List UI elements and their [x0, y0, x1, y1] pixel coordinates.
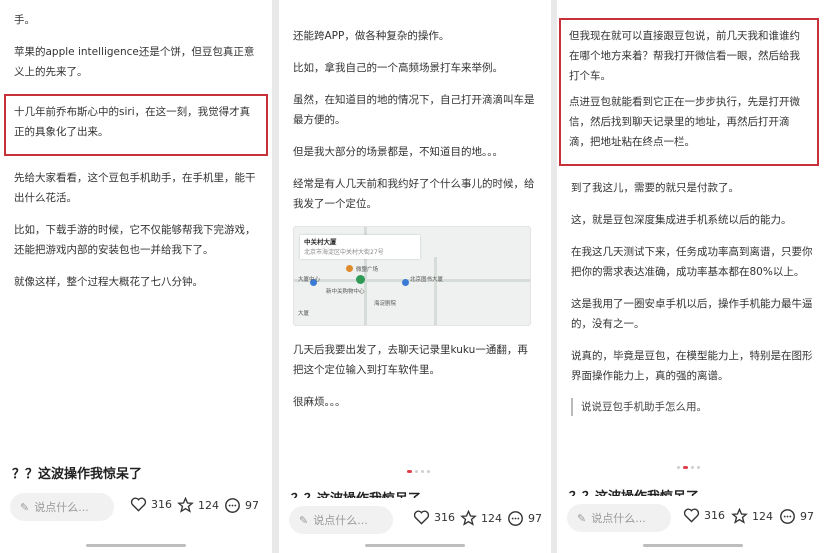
- post-body: 手。 苹果的apple intelligence还是个饼，但豆包真正意义上的先来…: [4, 10, 268, 304]
- paragraph: 比如，下载手游的时候，它不仅能够帮我下完游戏，还能把游戏内部的安装包也一并给我下…: [14, 224, 256, 256]
- highlight-text: 十几年前乔布斯心中的siri，在这一刻，我觉得才真正的具象化了出来。: [14, 106, 251, 138]
- paragraph: 说真的，毕竟是豆包，在模型能力上，特别是在图形界面操作能力上，真的强的离谱。: [571, 350, 813, 382]
- paragraph: 苹果的apple intelligence还是个饼，但豆包真正意义上的先来了。: [14, 46, 255, 78]
- star-icon: [460, 510, 477, 526]
- action-bar: ✎ 说点什么... 316 124 97: [279, 498, 551, 544]
- comment-input[interactable]: ✎ 说点什么...: [289, 506, 393, 534]
- comment-input[interactable]: ✎ 说点什么...: [10, 493, 114, 521]
- paragraph: 还能跨APP，做各种复杂的操作。: [293, 30, 450, 42]
- post-panel-3: 但我现在就可以直接跟豆包说，前几天我和谁谁约在哪个地方来着？帮我打开微信看一眼，…: [557, 0, 829, 553]
- highlight-box: 十几年前乔布斯心中的siri，在这一刻，我觉得才真正的具象化了出来。: [4, 94, 268, 156]
- favorite-button[interactable]: 124: [460, 510, 502, 526]
- comment-input[interactable]: ✎ 说点什么...: [567, 504, 671, 532]
- location-pin-icon: [356, 275, 365, 284]
- comment-button[interactable]: 97: [507, 510, 542, 527]
- heart-icon: [683, 508, 700, 523]
- star-icon: [177, 497, 194, 513]
- heart-icon: [413, 510, 430, 525]
- highlight-text: 但我现在就可以直接跟豆包说，前几天我和谁谁约在哪个地方来着？帮我打开微信看一眼，…: [569, 30, 800, 82]
- favorite-count: 124: [752, 509, 773, 523]
- paragraph: 几天后我要出发了，去聊天记录里kuku一通翻，再把这个定位输入到打车软件里。: [293, 344, 528, 376]
- location-name: 中关村大厦: [304, 238, 337, 246]
- highlight-box: 但我现在就可以直接跟豆包说，前几天我和谁谁约在哪个地方来着？帮我打开微信看一眼，…: [559, 18, 819, 166]
- post-panel-1: 手。 苹果的apple intelligence还是个饼，但豆包真正意义上的先来…: [0, 0, 272, 553]
- paragraph: 虽然，在知道目的地的情况下，自己打开滴滴叫车是最方便的。: [293, 94, 535, 126]
- poi-icon: [346, 265, 353, 272]
- paragraph: 但是我大部分的场景都是，不知道目的地。。。: [293, 146, 503, 158]
- favorite-count: 124: [481, 511, 502, 525]
- highlight-text: 点进豆包就能看到它正在一步步执行，先是打开微信，然后找到聊天记录里的地址，再然后…: [569, 96, 800, 148]
- home-indicator: [365, 544, 465, 547]
- paragraph: 到了我这儿，需要的就只是付款了。: [571, 182, 739, 194]
- post-body: 但我现在就可以直接跟豆包说，前几天我和谁谁约在哪个地方来着？帮我打开微信看一眼，…: [559, 18, 819, 416]
- location-card: 中关村大厦 北京市海淀区中关村大街27号: [300, 235, 420, 259]
- post-body: 还能跨APP，做各种复杂的操作。 比如，拿我自己的一个高频场景打车来举例。 虽然…: [293, 26, 537, 424]
- page-dots: [407, 470, 430, 473]
- comment-count: 97: [800, 510, 814, 523]
- action-bar: ✎ 说点什么... 316 124 97: [557, 496, 829, 542]
- paragraph: 这是我用了一圈安卓手机以后，操作手机能力最牛逼的，没有之一。: [571, 298, 813, 330]
- paragraph: 就像这样，整个过程大概花了七八分钟。: [14, 276, 203, 288]
- comment-icon: [780, 509, 795, 524]
- star-icon: [731, 508, 748, 524]
- pencil-icon: ✎: [20, 500, 30, 514]
- poi-icon: [402, 279, 409, 286]
- like-button[interactable]: 316: [683, 508, 725, 523]
- like-count: 316: [151, 498, 172, 511]
- comment-count: 97: [245, 499, 259, 512]
- favorite-button[interactable]: 124: [177, 497, 219, 513]
- comment-count: 97: [528, 512, 542, 525]
- comment-icon: [508, 511, 523, 526]
- post-title[interactable]: ？？这波操作我惊呆了: [12, 463, 142, 482]
- favorite-button[interactable]: 124: [731, 508, 773, 524]
- paragraph: 先给大家看看，这个豆包手机助手，在手机里，能干出什么花活。: [14, 172, 256, 204]
- location-address: 北京市海淀区中关村大街27号: [304, 249, 384, 256]
- paragraph: 在我这几天测试下来，任务成功率高到离谱，只要你把你的需求表达准确，成功率基本都在…: [571, 246, 813, 278]
- like-button[interactable]: 316: [130, 497, 172, 512]
- favorite-count: 124: [198, 498, 219, 512]
- heart-icon: [130, 497, 147, 512]
- home-indicator: [86, 544, 186, 547]
- location-map[interactable]: 中关村大厦 北京市海淀区中关村大街27号 大厦中心 新中关购物中心 海淀剧院 北…: [293, 226, 531, 326]
- like-count: 316: [434, 511, 455, 524]
- home-indicator: [643, 544, 743, 547]
- comment-button[interactable]: 97: [224, 497, 259, 514]
- like-button[interactable]: 316: [413, 510, 455, 525]
- post-panel-2: 还能跨APP，做各种复杂的操作。 比如，拿我自己的一个高频场景打车来举例。 虽然…: [279, 0, 551, 553]
- quote-block: 说说豆包手机助手怎么用。: [571, 398, 815, 416]
- paragraph: 经常是有人几天前和我约好了个什么事儿的时候，给我发了一个定位。: [293, 178, 535, 210]
- paragraph: 很麻烦。。。: [293, 396, 346, 408]
- like-count: 316: [704, 509, 725, 522]
- action-bar: ✎ 说点什么... 316 124 97: [0, 485, 272, 531]
- paragraph: 比如，拿我自己的一个高频场景打车来举例。: [293, 62, 503, 74]
- comment-button[interactable]: 97: [779, 508, 814, 525]
- pencil-icon: ✎: [577, 511, 587, 525]
- paragraph: 手。: [14, 14, 35, 26]
- paragraph: 这，就是豆包深度集成进手机系统以后的能力。: [571, 214, 792, 226]
- pencil-icon: ✎: [299, 513, 309, 527]
- comment-icon: [225, 498, 240, 513]
- page-dots: [677, 466, 700, 469]
